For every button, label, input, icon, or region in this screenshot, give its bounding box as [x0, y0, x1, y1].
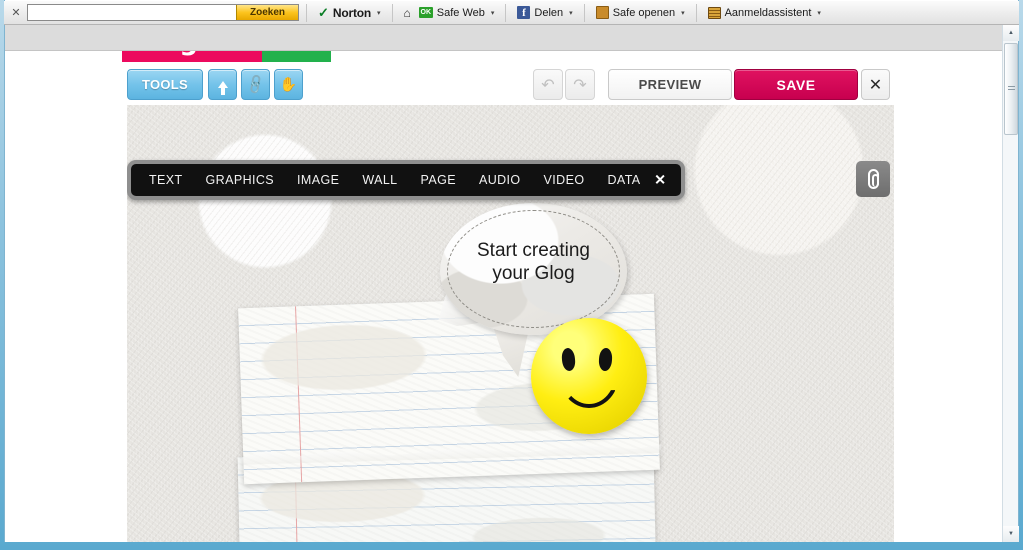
toolbar-close-button[interactable]: ✕ [8, 5, 24, 21]
toolbar-item-label: Delen [534, 6, 564, 19]
undo-button[interactable]: ↶ [533, 69, 563, 100]
toolbar-item-label: Aanmeldassistent [724, 6, 812, 19]
norton-menu-button[interactable]: ✓ Norton ▾ [314, 3, 385, 23]
paperclip-icon [867, 169, 879, 189]
close-editor-button[interactable]: ✕ [861, 69, 890, 100]
hand-icon: ✋ [279, 76, 298, 92]
upload-button[interactable] [208, 69, 237, 100]
toolbar-divider [695, 3, 697, 22]
link-button[interactable]: 🔗 [241, 69, 270, 100]
toolbar-item-aanmeldassistent[interactable]: Aanmeldassistent ▾ [704, 3, 825, 23]
upload-arrow-icon [217, 81, 228, 95]
cards-icon [707, 6, 721, 19]
toolbar-item-label: Safe openen [612, 6, 676, 19]
editor-toolbar: TOOLS 🔗 ✋ ↶ ↷ PREVIEW SAVE ✕ [5, 69, 1001, 105]
home-button[interactable]: ⌂ [400, 3, 415, 23]
norton-check-icon: ✓ [318, 5, 329, 20]
chevron-down-icon: ▾ [490, 9, 495, 17]
toolbar-item-delen[interactable]: f Delen ▾ [513, 3, 576, 23]
menu-item-image[interactable]: IMAGE [297, 173, 339, 187]
page-top-band [5, 25, 1007, 51]
asset-menu-bar: TEXT GRAPHICS IMAGE WALL PAGE AUDIO VIDE… [127, 160, 685, 200]
norton-label: Norton [332, 5, 372, 20]
toolbar-item-safe-web[interactable]: OK Safe Web ▾ [415, 3, 499, 23]
scroll-down-arrow-icon[interactable]: ▼ [1003, 526, 1019, 542]
tools-button-label: TOOLS [141, 77, 189, 92]
speech-bubble-text: Start creating your Glog [477, 239, 590, 284]
menu-item-text[interactable]: TEXT [149, 173, 183, 187]
search-input[interactable] [28, 5, 236, 20]
vertical-scrollbar[interactable]: ▲ ▼ [1002, 25, 1019, 542]
smiley-left-eye-icon [560, 347, 577, 372]
logo-text-edu: EDU [272, 51, 321, 54]
home-icon: ⌂ [403, 5, 411, 20]
redo-button[interactable]: ↷ [565, 69, 595, 100]
toolbar-divider [583, 3, 585, 22]
link-chain-icon: 🔗 [243, 72, 267, 96]
toolbar-divider [391, 3, 393, 22]
toolbar-item-label: Safe Web [436, 6, 485, 19]
book-icon [595, 6, 609, 19]
search-submit-button[interactable]: Zoeken [236, 5, 298, 20]
toolbar-item-safe-openen[interactable]: Safe openen ▾ [592, 3, 689, 23]
chevron-down-icon: ▾ [377, 9, 381, 17]
browser-norton-toolbar: ✕ Zoeken ✓ Norton ▾ ⌂ OK Safe Web ▾ f De… [4, 1, 1019, 25]
toolbar-divider [505, 3, 507, 22]
glogster-editor: Glogster EDU TOOLS 🔗 ✋ ↶ ↷ PREVIEW [5, 51, 1001, 542]
preview-button-label: PREVIEW [638, 77, 702, 92]
save-button-label: SAVE [776, 76, 816, 93]
menu-bar-close-button[interactable]: ✕ [654, 172, 666, 189]
menu-item-data[interactable]: DATA [607, 173, 640, 187]
chevron-down-icon: ▾ [681, 9, 685, 17]
menu-item-page[interactable]: PAGE [421, 173, 456, 187]
glogster-logo: Glogster EDU [122, 51, 332, 62]
menu-item-video[interactable]: VIDEO [544, 173, 585, 187]
window-frame: ✕ Zoeken ✓ Norton ▾ ⌂ OK Safe Web ▾ f De… [0, 0, 1023, 550]
smiley-face-sticker[interactable] [531, 318, 647, 434]
ok-badge-icon: OK [418, 7, 433, 18]
toolbar-divider [306, 3, 307, 22]
save-button[interactable]: SAVE [734, 69, 858, 100]
speech-bubble-sticker[interactable]: Start creating your Glog [440, 203, 627, 377]
paperclip-button[interactable] [856, 161, 890, 197]
chevron-down-icon: ▾ [817, 9, 821, 17]
scrollbar-thumb[interactable] [1004, 43, 1018, 135]
preview-button[interactable]: PREVIEW [608, 69, 732, 100]
smiley-mouth-icon [559, 374, 619, 408]
tools-button[interactable]: TOOLS [127, 69, 203, 100]
hand-tool-button[interactable]: ✋ [274, 69, 303, 100]
facebook-icon: f [517, 6, 531, 19]
logo-glogster-block: Glogster [122, 51, 263, 62]
glog-canvas[interactable]: Start creating your Glog TEXT GRAPHICS I… [127, 105, 894, 542]
menu-item-graphics[interactable]: GRAPHICS [206, 173, 275, 187]
scroll-up-arrow-icon[interactable]: ▲ [1003, 25, 1019, 41]
chevron-down-icon: ▾ [569, 9, 573, 17]
menu-item-audio[interactable]: AUDIO [479, 173, 521, 187]
smiley-right-eye-icon [598, 347, 613, 372]
logo-edu-block: EDU [262, 51, 332, 62]
menu-item-wall[interactable]: WALL [362, 173, 397, 187]
logo-text-glogster: Glogster [133, 51, 254, 57]
norton-search-group: Zoeken [27, 4, 299, 21]
